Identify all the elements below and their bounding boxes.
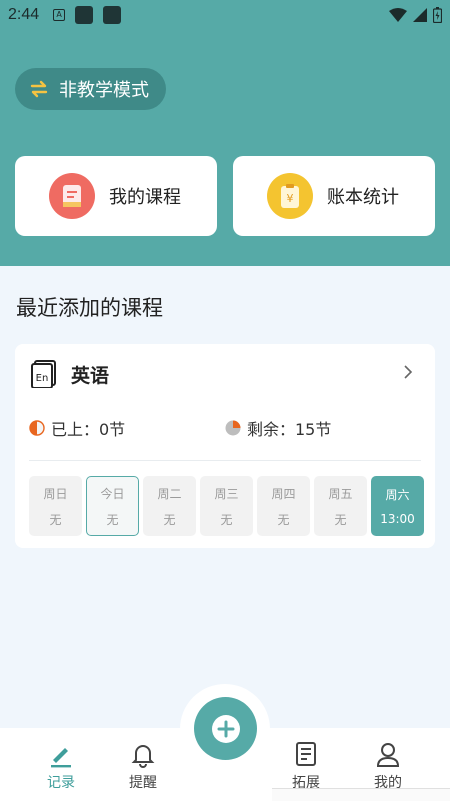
tab-mine[interactable]: 我的 — [358, 740, 418, 792]
swap-icon — [30, 80, 48, 98]
svg-text:En: En — [36, 373, 49, 384]
document-icon — [296, 742, 316, 766]
add-button[interactable] — [194, 697, 257, 760]
tab-record[interactable]: 记录 — [31, 740, 91, 792]
chevron-right-icon[interactable] — [403, 364, 413, 380]
pie-left-icon — [225, 420, 241, 436]
day-wednesday[interactable]: 周三无 — [200, 476, 253, 536]
notification-app-icon — [75, 6, 94, 24]
notification-app-icon — [103, 6, 122, 24]
lessons-left: 剩余：15节 — [225, 416, 331, 440]
divider — [29, 460, 421, 461]
course-note-icon — [49, 173, 95, 219]
ledger-stats-label: 账本统计 — [327, 187, 399, 208]
tab-extend[interactable]: 拓展 — [276, 740, 336, 792]
bell-icon — [131, 745, 155, 768]
ledger-yen-icon: ¥ — [267, 173, 313, 219]
recent-courses-title: 最近添加的课程 — [16, 296, 163, 320]
ime-toolbar — [272, 788, 450, 801]
day-friday[interactable]: 周五无 — [314, 476, 367, 536]
mode-label: 非教学模式 — [59, 80, 149, 101]
lessons-done-label: 已上：0节 — [51, 420, 126, 439]
lessons-done: 已上：0节 — [29, 416, 125, 440]
ledger-stats-card[interactable]: ¥ 账本统计 — [233, 156, 435, 236]
wifi-icon — [389, 8, 407, 22]
user-icon — [376, 743, 400, 767]
svg-text:¥: ¥ — [287, 192, 294, 205]
course-name: 英语 — [71, 364, 110, 387]
status-bar: 2:44 A — [0, 0, 450, 30]
day-thursday[interactable]: 周四无 — [257, 476, 310, 536]
my-courses-card[interactable]: 我的课程 — [15, 156, 217, 236]
pen-record-icon — [51, 748, 71, 768]
weekday-schedule: 周日无 今日无 周二无 周三无 周四无 周五无 周六 13:00 — [29, 476, 424, 536]
notification-a-icon: A — [53, 9, 66, 21]
battery-icon — [433, 7, 442, 23]
status-time: 2:44 — [8, 6, 40, 23]
day-sunday[interactable]: 周日无 — [29, 476, 82, 536]
tab-reminder[interactable]: 提醒 — [113, 740, 173, 792]
lessons-left-label: 剩余：15节 — [247, 420, 332, 439]
day-tuesday[interactable]: 周二无 — [143, 476, 196, 536]
plus-icon — [211, 714, 240, 743]
day-today[interactable]: 今日无 — [86, 476, 139, 536]
signal-icon — [413, 8, 427, 22]
mode-toggle-button[interactable]: 非教学模式 — [15, 68, 166, 110]
course-card[interactable]: En 英语 已上：0节 剩余：15节 周日无 今日无 周二无 周三无 周四无 周… — [15, 344, 435, 548]
my-courses-label: 我的课程 — [109, 187, 181, 208]
english-book-icon: En — [31, 360, 56, 388]
pie-done-icon — [29, 420, 45, 436]
day-saturday[interactable]: 周六 13:00 — [371, 476, 424, 536]
